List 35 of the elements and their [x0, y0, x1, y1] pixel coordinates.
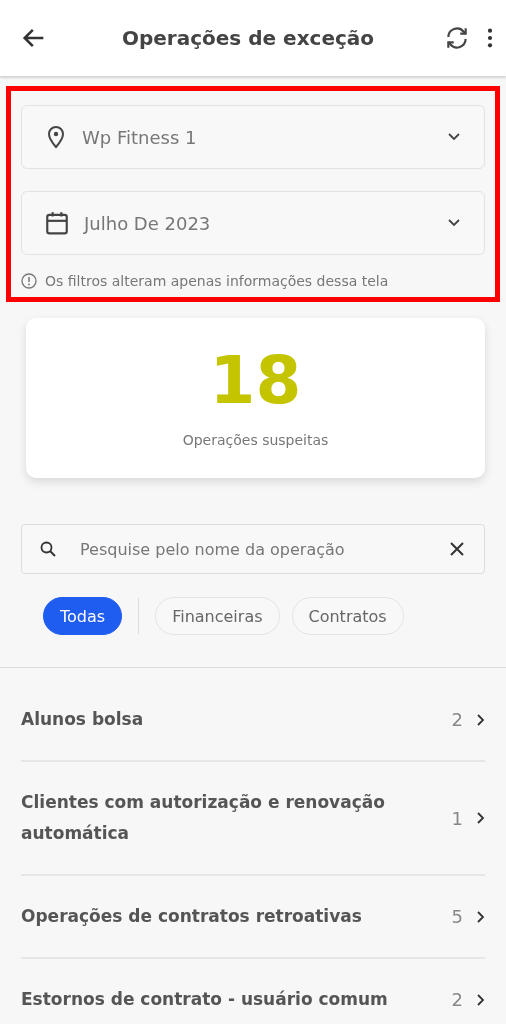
suspect-count: 18	[209, 348, 302, 414]
chevron-right-icon	[477, 713, 485, 726]
close-icon[interactable]	[450, 542, 464, 556]
search-bar[interactable]: Pesquise pelo nome da operação	[21, 524, 485, 574]
operation-row[interactable]: Alunos bolsa 2	[21, 694, 485, 762]
page-title: Operações de exceção	[120, 26, 376, 50]
operation-count: 5	[451, 906, 463, 927]
operation-row[interactable]: Clientes com autorização e renovação automática 1	[21, 762, 485, 876]
search-field[interactable]: Pesquise pelo nome da operação	[78, 538, 450, 560]
chevron-right-icon	[477, 910, 485, 923]
summary-label: Operações suspeitas	[182, 432, 329, 448]
more-options-icon[interactable]	[486, 27, 494, 49]
filter-chip[interactable]: Contratos	[291, 597, 404, 635]
operation-name: Alunos bolsa	[21, 708, 145, 731]
operation-count: 1	[451, 807, 463, 829]
chevron-right-icon	[477, 812, 485, 824]
operation-count: 2	[451, 989, 463, 1010]
filter-chip[interactable]: Financeiras	[155, 597, 280, 635]
operation-name: Estornos de contrato - usuário comum	[21, 988, 389, 1011]
filter-chip[interactable]: Todas	[43, 597, 123, 635]
chevron-down-icon	[448, 133, 460, 141]
operation-row[interactable]: Estornos de contrato - usuário comum 2	[21, 959, 485, 1024]
filter-note: Os filtros alteram apenas informações dessa tela	[45, 273, 389, 289]
search-icon	[40, 541, 56, 557]
operation-name: Operações de contratos retroativas	[21, 905, 363, 928]
info-icon	[21, 273, 37, 289]
chevron-down-icon	[448, 219, 460, 227]
dropdown-field[interactable]: Julho De 2023	[21, 191, 485, 255]
operation-row[interactable]: Operações de contratos retroativas 5	[21, 876, 485, 959]
refresh-icon[interactable]	[444, 25, 470, 51]
dropdown-field[interactable]: Wp Fitness 1	[21, 105, 485, 169]
calendar-icon	[44, 210, 70, 236]
chevron-right-icon	[477, 993, 485, 1006]
operation-count: 2	[451, 709, 463, 730]
operation-name: Clientes com autorização e renovação automática	[21, 791, 386, 845]
